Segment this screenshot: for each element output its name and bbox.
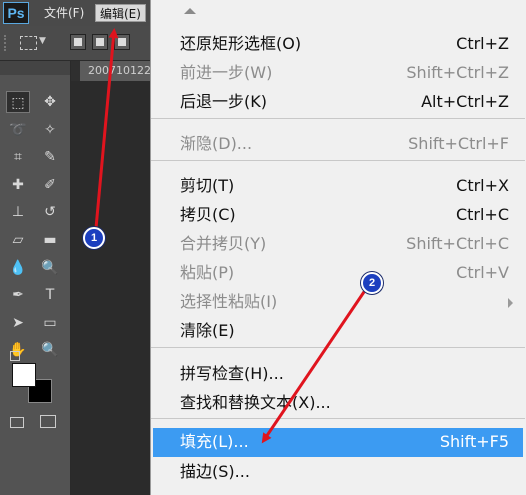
menu-item-label: 渐隐(D)...	[180, 134, 253, 153]
menu-file[interactable]: 文件(F)	[44, 4, 84, 22]
menu-item[interactable]: 选择性粘贴(I)	[153, 288, 523, 317]
chevron-down-icon[interactable]: ▼	[39, 36, 46, 46]
toolbox: ⬚ ✥ ➰ ✧ ⌗ ✎ ✚ ✐ ⊥ ↺ ▱ ▬ 💧 🔍 ✒ T ➤ ▭ ✋ 🔍	[0, 61, 71, 495]
healing-brush-icon[interactable]: ✚	[6, 174, 30, 196]
marquee-preset-icon[interactable]	[20, 36, 37, 50]
scroll-up-arrow-icon[interactable]	[184, 8, 196, 14]
menu-separator	[151, 160, 525, 161]
menu-item[interactable]: 合并拷贝(Y) Shift+Ctrl+C	[153, 230, 523, 259]
screen-mode-icon[interactable]	[40, 415, 56, 428]
new-selection-button[interactable]	[70, 34, 86, 50]
menu-item-label: 拼写检查(H)...	[180, 364, 284, 383]
menu-item[interactable]: 清除(E)	[153, 317, 523, 346]
menu-item-label: 合并拷贝(Y)	[180, 234, 267, 253]
menu-edit[interactable]: 编辑(E)	[95, 4, 146, 22]
menu-item[interactable]: 粘贴(P) Ctrl+V	[153, 259, 523, 288]
menu-item-label: 描边(S)...	[180, 462, 250, 481]
step-badge-1: 1	[83, 227, 105, 249]
blur-icon[interactable]: 💧	[6, 257, 30, 279]
subtract-selection-button[interactable]	[114, 34, 130, 50]
menu-item-label: 填充(L)...	[180, 432, 249, 451]
menu-item-shortcut: Ctrl+X	[456, 176, 509, 195]
menu-item-shortcut: Shift+Ctrl+Z	[406, 63, 509, 82]
menu-item[interactable]: 查找和替换文本(X)...	[153, 389, 523, 418]
menu-item[interactable]: 填充(L)... Shift+F5	[153, 428, 523, 457]
menu-separator	[151, 418, 525, 419]
menu-item[interactable]: 剪切(T) Ctrl+X	[153, 172, 523, 201]
menu-separator	[151, 347, 525, 348]
path-select-icon[interactable]: ➤	[6, 312, 30, 334]
pen-icon[interactable]: ✒	[6, 284, 30, 306]
menu-item-label: 后退一步(K)	[180, 92, 267, 111]
shape-icon[interactable]: ▭	[38, 312, 62, 334]
menu-item-shortcut: Alt+Ctrl+Z	[421, 92, 509, 111]
menu-item-label: 剪切(T)	[180, 176, 235, 195]
menu-item[interactable]: 前进一步(W) Shift+Ctrl+Z	[153, 59, 523, 88]
menu-separator	[151, 118, 525, 119]
menu-item-shortcut: Ctrl+Z	[456, 34, 509, 53]
step-badge-2: 2	[361, 272, 383, 294]
menu-item-shortcut: Shift+Ctrl+F	[408, 134, 509, 153]
toolbox-grip[interactable]	[0, 61, 70, 75]
clone-stamp-icon[interactable]: ⊥	[6, 201, 30, 223]
add-selection-button[interactable]	[92, 34, 108, 50]
menu-item-label: 清除(E)	[180, 321, 235, 340]
menu-item[interactable]: 渐隐(D)... Shift+Ctrl+F	[153, 130, 523, 159]
edit-dropdown-menu: 还原矩形选框(O) Ctrl+Z 前进一步(W) Shift+Ctrl+Z 后退一步(K…	[150, 0, 526, 495]
menu-item-label: 前进一步(W)	[180, 63, 273, 82]
options-grip	[4, 35, 10, 51]
eraser-icon[interactable]: ▱	[6, 229, 30, 251]
menu-item-label: 还原矩形选框(O)	[180, 34, 302, 53]
menu-item-label: 粘贴(P)	[180, 263, 235, 282]
menu-item-label: 选择性粘贴(I)	[180, 292, 278, 311]
menu-item-shortcut: Ctrl+C	[455, 205, 509, 224]
menu-item[interactable]: 拷贝(C) Ctrl+C	[153, 201, 523, 230]
menu-item[interactable]: 描边(S)...	[153, 458, 523, 487]
submenu-arrow-icon	[508, 298, 513, 308]
menu-item-shortcut: Ctrl+V	[456, 263, 509, 282]
default-colors-icon[interactable]	[10, 351, 20, 361]
crop-icon[interactable]: ⌗	[6, 146, 30, 168]
zoom-icon[interactable]: 🔍	[38, 339, 62, 361]
menu-item-label: 查找和替换文本(X)...	[180, 393, 331, 412]
photoshop-logo: Ps	[3, 2, 29, 24]
move-icon[interactable]: ✥	[38, 91, 62, 113]
eyedropper-icon[interactable]: ✎	[38, 146, 62, 168]
quick-mask-icon[interactable]	[10, 417, 24, 428]
menu-item-shortcut: Shift+Ctrl+C	[406, 234, 509, 253]
type-icon[interactable]: T	[38, 284, 62, 306]
menu-item[interactable]: 还原矩形选框(O) Ctrl+Z	[153, 30, 523, 59]
menu-item[interactable]: 后退一步(K) Alt+Ctrl+Z	[153, 88, 523, 117]
lasso-icon[interactable]: ➰	[6, 119, 30, 141]
magic-wand-icon[interactable]: ✧	[38, 119, 62, 141]
menu-item-label: 拷贝(C)	[180, 205, 236, 224]
gradient-icon[interactable]: ▬	[38, 229, 62, 251]
menu-item-shortcut: Shift+F5	[439, 432, 509, 451]
rect-marquee-icon[interactable]: ⬚	[6, 91, 30, 113]
history-brush-icon[interactable]: ↺	[38, 201, 62, 223]
menu-item[interactable]: 拼写检查(H)...	[153, 360, 523, 389]
dodge-icon[interactable]: 🔍	[38, 257, 62, 279]
brush-icon[interactable]: ✐	[38, 174, 62, 196]
foreground-color-swatch[interactable]	[12, 363, 36, 387]
